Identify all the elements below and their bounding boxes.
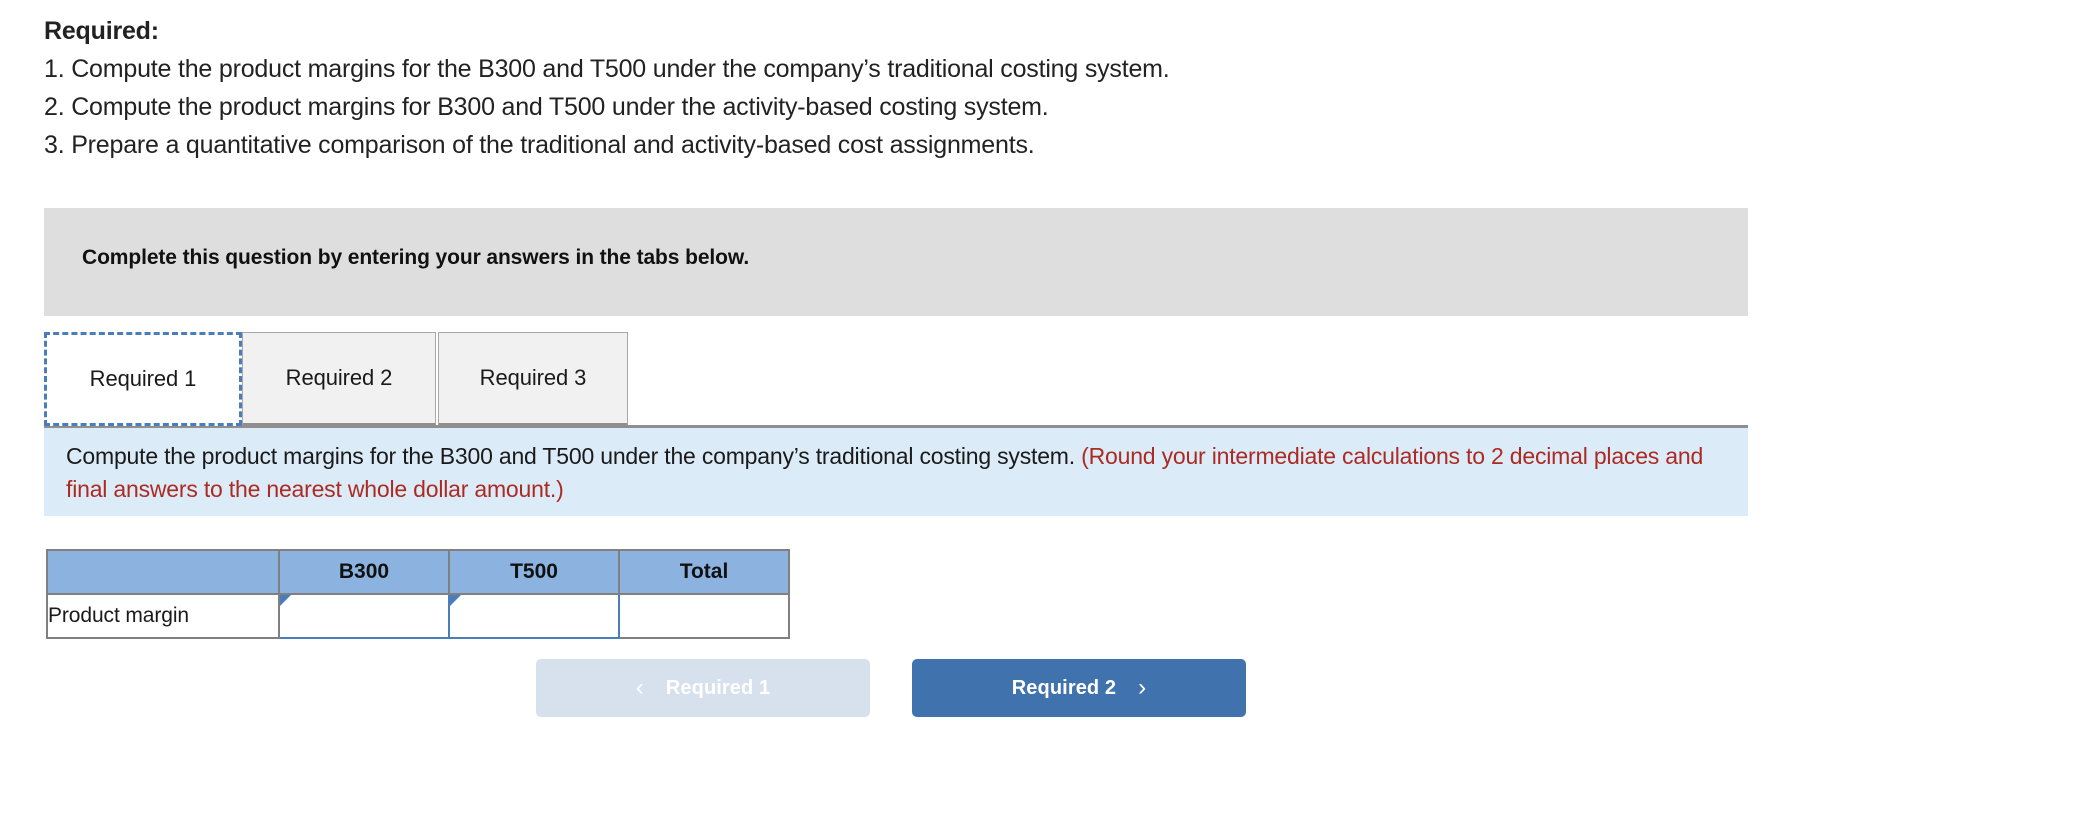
tab-required-2-label: Required 2 — [285, 365, 393, 390]
requirement-tabs: Required 1 Required 2 Required 3 — [44, 332, 1748, 428]
required-item-2: 2. Compute the product margins for B300 … — [44, 93, 1049, 121]
tab-required-1[interactable]: Required 1 — [44, 332, 242, 426]
next-required-button[interactable]: Required 2 › — [912, 659, 1246, 717]
required-prompt-block: Required: 1. Compute the product margins… — [44, 12, 1944, 164]
cell-marker-triangle-icon — [450, 595, 461, 617]
next-required-button-label: Required 2 — [1011, 676, 1117, 699]
complete-question-text: Complete this question by entering your … — [82, 246, 750, 269]
table-header-total: Total — [618, 549, 790, 595]
row-label-product-margin: Product margin — [46, 593, 280, 639]
input-product-margin-t500[interactable] — [448, 593, 620, 639]
tab-required-2[interactable]: Required 2 — [242, 332, 436, 426]
required-item-3: 3. Prepare a quantitative comparison of … — [44, 131, 1035, 159]
required-heading: Required: — [44, 17, 159, 45]
chevron-right-icon: › — [1138, 674, 1147, 701]
input-product-margin-b300[interactable] — [278, 593, 450, 639]
required-item-1: 1. Compute the product margins for the B… — [44, 55, 1170, 83]
chevron-left-icon: ‹ — [635, 674, 644, 701]
prev-required-button-label: Required 1 — [665, 676, 771, 699]
tab-instruction-main: Compute the product margins for the B300… — [66, 443, 1082, 469]
table-header-t500: T500 — [448, 549, 620, 595]
tab-instruction-panel: Compute the product margins for the B300… — [44, 428, 1748, 516]
tab-required-3[interactable]: Required 3 — [438, 332, 628, 426]
complete-question-banner: Complete this question by entering your … — [44, 208, 1748, 316]
product-margin-table: B300 T500 Total Product margin — [46, 549, 790, 639]
tab-required-1-label: Required 1 — [89, 366, 197, 391]
table-header-b300: B300 — [278, 549, 450, 595]
table-row: Product margin — [46, 593, 790, 639]
cell-product-margin-total — [618, 593, 790, 639]
table-header-row: B300 T500 Total — [46, 549, 790, 595]
cell-marker-triangle-icon — [280, 595, 291, 617]
tab-required-3-label: Required 3 — [479, 365, 587, 390]
table-header-blank — [46, 549, 280, 595]
prev-required-button[interactable]: ‹ Required 1 — [536, 659, 870, 717]
tab-instruction-text: Compute the product margins for the B300… — [66, 440, 1726, 506]
